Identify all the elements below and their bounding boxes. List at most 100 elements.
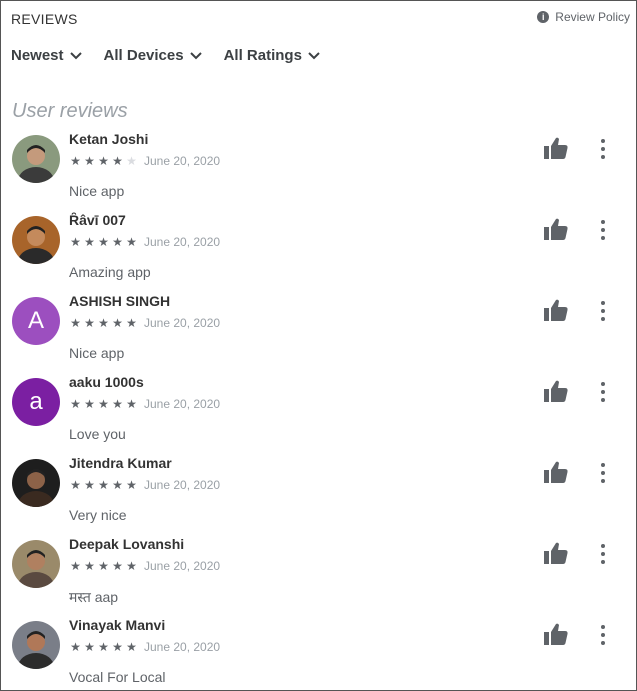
star-filled-icon: ★ — [112, 559, 123, 573]
review-text: Very nice — [69, 507, 127, 523]
star-filled-icon: ★ — [70, 478, 81, 492]
avatar — [12, 540, 60, 588]
star-filled-icon: ★ — [112, 235, 123, 249]
star-filled-icon: ★ — [98, 478, 109, 492]
more-options-icon[interactable] — [596, 462, 610, 484]
thumbs-up-icon[interactable] — [544, 137, 568, 159]
review-item: Ketan Joshi ★ ★ ★ ★ ★ June 20, 2020 Nice app — [1, 127, 636, 208]
star-filled-icon: ★ — [84, 397, 95, 411]
star-filled-icon: ★ — [112, 397, 123, 411]
reviews-panel: REVIEWS i Review Policy Newest All Devic… — [0, 0, 637, 691]
info-icon: i — [537, 11, 550, 23]
star-filled-icon: ★ — [126, 640, 137, 654]
star-rating: ★ ★ ★ ★ ★ — [69, 155, 138, 167]
review-date: June 20, 2020 — [144, 235, 221, 249]
thumbs-up-icon[interactable] — [544, 542, 568, 564]
star-filled-icon: ★ — [70, 397, 81, 411]
review-date: June 20, 2020 — [144, 154, 221, 168]
reviewer-name: Vinayak Manvi — [69, 617, 166, 633]
review-item: Ȓâvī 007 ★ ★ ★ ★ ★ June 20, 2020 Amazing app — [1, 208, 636, 289]
star-filled-icon: ★ — [98, 235, 109, 249]
reviewer-name: Ketan Joshi — [69, 131, 149, 147]
star-filled-icon: ★ — [84, 640, 95, 654]
star-filled-icon: ★ — [126, 559, 137, 573]
star-filled-icon: ★ — [70, 316, 81, 330]
star-filled-icon: ★ — [112, 316, 123, 330]
star-rating: ★ ★ ★ ★ ★ — [69, 479, 138, 491]
thumbs-up-icon[interactable] — [544, 380, 568, 402]
reviewer-name: Jitendra Kumar — [69, 455, 172, 471]
star-filled-icon: ★ — [70, 235, 81, 249]
review-text: Vocal For Local — [69, 669, 166, 685]
review-item: Deepak Lovanshi ★ ★ ★ ★ ★ June 20, 2020 मस्त aa… — [1, 532, 636, 613]
more-options-icon[interactable] — [596, 219, 610, 241]
more-options-icon[interactable] — [596, 300, 610, 322]
chevron-down-icon — [69, 51, 82, 59]
star-filled-icon: ★ — [84, 559, 95, 573]
thumbs-up-icon[interactable] — [544, 218, 568, 240]
reviews-header-title: REVIEWS — [11, 11, 78, 27]
star-empty-icon: ★ — [126, 154, 137, 168]
star-filled-icon: ★ — [98, 316, 109, 330]
star-filled-icon: ★ — [70, 640, 81, 654]
review-text: Nice app — [69, 345, 125, 361]
rating-dropdown[interactable]: All Ratings — [224, 47, 320, 64]
review-item: Vinayak Manvi ★ ★ ★ ★ ★ June 20, 2020 Vocal For… — [1, 613, 636, 690]
rating-row: ★ ★ ★ ★ ★ June 20, 2020 — [69, 397, 220, 411]
star-filled-icon: ★ — [126, 316, 137, 330]
reviewer-name: ASHISH SINGH — [69, 293, 171, 309]
review-list: Ketan Joshi ★ ★ ★ ★ ★ June 20, 2020 Nice app Ȓâv… — [1, 127, 636, 690]
review-text: Amazing app — [69, 264, 151, 280]
star-filled-icon: ★ — [98, 397, 109, 411]
avatar: a — [12, 378, 60, 426]
device-dropdown-label: All Devices — [103, 47, 184, 64]
star-filled-icon: ★ — [112, 154, 123, 168]
star-filled-icon: ★ — [112, 640, 123, 654]
review-item: A ASHISH SINGH ★ ★ ★ ★ ★ June 20, 2020 Nice app — [1, 289, 636, 370]
more-options-icon[interactable] — [596, 381, 610, 403]
rating-row: ★ ★ ★ ★ ★ June 20, 2020 — [69, 478, 220, 492]
review-text: Love you — [69, 426, 126, 442]
rating-row: ★ ★ ★ ★ ★ June 20, 2020 — [69, 559, 220, 573]
review-date: June 20, 2020 — [144, 640, 221, 654]
more-options-icon[interactable] — [596, 543, 610, 565]
review-text: Nice app — [69, 183, 125, 199]
rating-row: ★ ★ ★ ★ ★ June 20, 2020 — [69, 640, 220, 654]
review-date: June 20, 2020 — [144, 559, 221, 573]
device-dropdown[interactable]: All Devices — [104, 47, 202, 64]
more-options-icon[interactable] — [596, 624, 610, 646]
more-options-icon[interactable] — [596, 138, 610, 160]
star-filled-icon: ★ — [98, 640, 109, 654]
reviewer-name: Ȓâvī 007 — [69, 212, 126, 228]
thumbs-up-icon[interactable] — [544, 623, 568, 645]
review-date: June 20, 2020 — [144, 478, 221, 492]
avatar — [12, 621, 60, 669]
review-policy-link[interactable]: i Review Policy — [537, 10, 630, 24]
star-filled-icon: ★ — [98, 559, 109, 573]
review-text: मस्त aap — [69, 589, 119, 605]
review-policy-label: Review Policy — [555, 10, 630, 24]
rating-dropdown-label: All Ratings — [223, 47, 302, 64]
user-reviews-heading: User reviews — [12, 100, 128, 122]
review-date: June 20, 2020 — [144, 397, 221, 411]
star-filled-icon: ★ — [126, 235, 137, 249]
star-filled-icon: ★ — [98, 154, 109, 168]
star-filled-icon: ★ — [126, 478, 137, 492]
reviewer-name: Deepak Lovanshi — [69, 536, 185, 552]
rating-row: ★ ★ ★ ★ ★ June 20, 2020 — [69, 316, 220, 330]
filter-bar: Newest All Devices All Ratings — [11, 47, 320, 64]
avatar — [12, 135, 60, 183]
star-rating: ★ ★ ★ ★ ★ — [69, 236, 138, 248]
review-item: Jitendra Kumar ★ ★ ★ ★ ★ June 20, 2020 Very nic… — [1, 451, 636, 532]
chevron-down-icon — [189, 51, 202, 59]
thumbs-up-icon[interactable] — [544, 299, 568, 321]
avatar: A — [12, 297, 60, 345]
rating-row: ★ ★ ★ ★ ★ June 20, 2020 — [69, 154, 220, 168]
sort-dropdown[interactable]: Newest — [11, 47, 82, 64]
reviewer-name: aaku 1000s — [69, 374, 144, 390]
thumbs-up-icon[interactable] — [544, 461, 568, 483]
sort-dropdown-label: Newest — [11, 47, 64, 64]
avatar — [12, 459, 60, 507]
star-filled-icon: ★ — [84, 316, 95, 330]
star-filled-icon: ★ — [70, 559, 81, 573]
